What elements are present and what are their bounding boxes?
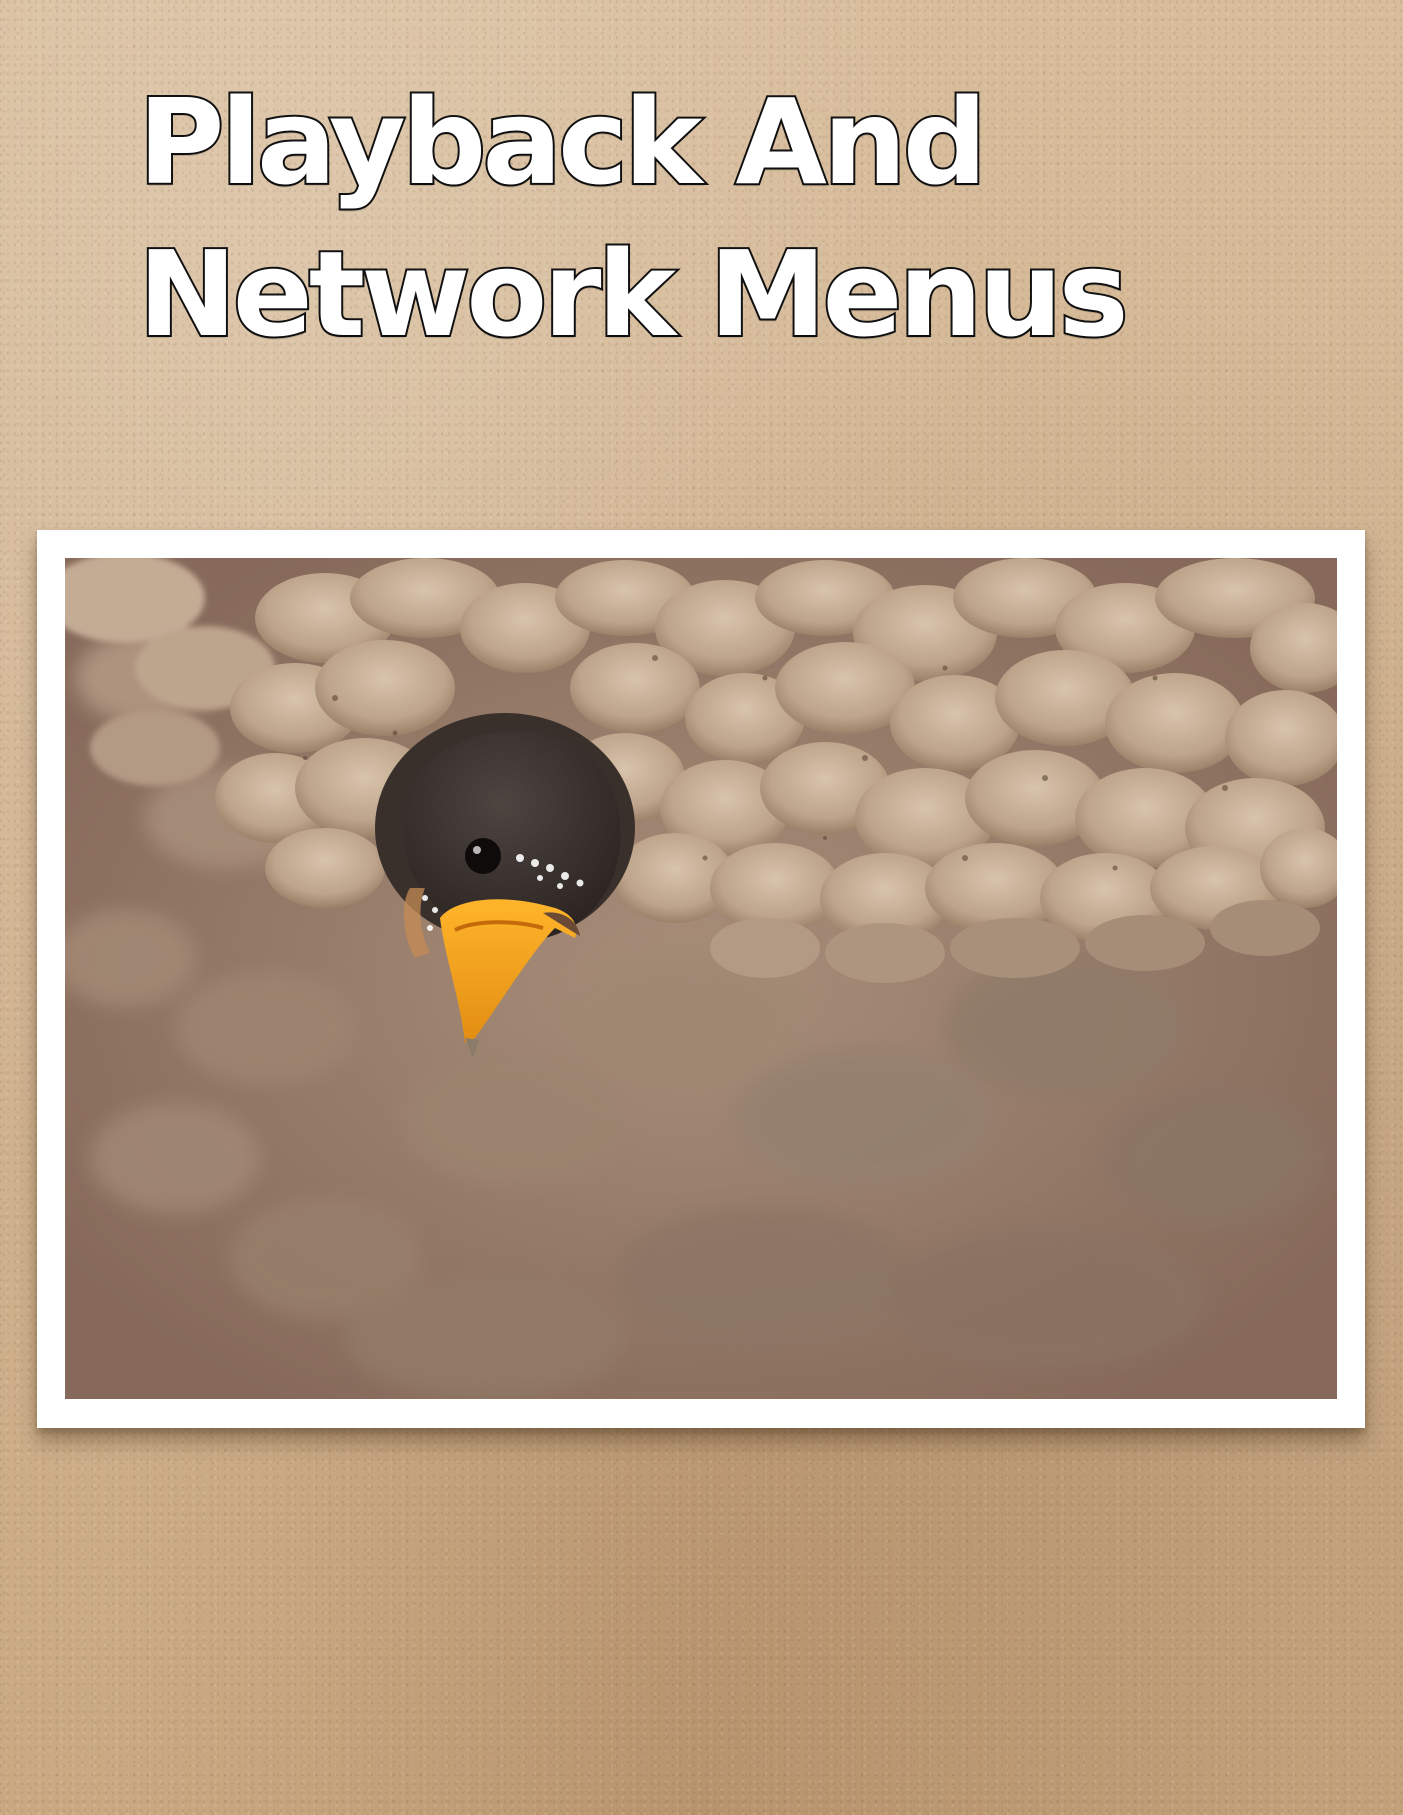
page-title-line-2: Network Menus [136, 223, 1131, 365]
page: Playback And Network Menus [0, 0, 1403, 1815]
page-title: Playback And Network Menus [136, 66, 1131, 370]
page-title-line-1: Playback And [136, 71, 989, 213]
bird-in-mud-nest-illustration [65, 558, 1337, 1399]
bird-nest-photo [65, 558, 1337, 1399]
photo-frame [37, 530, 1365, 1428]
